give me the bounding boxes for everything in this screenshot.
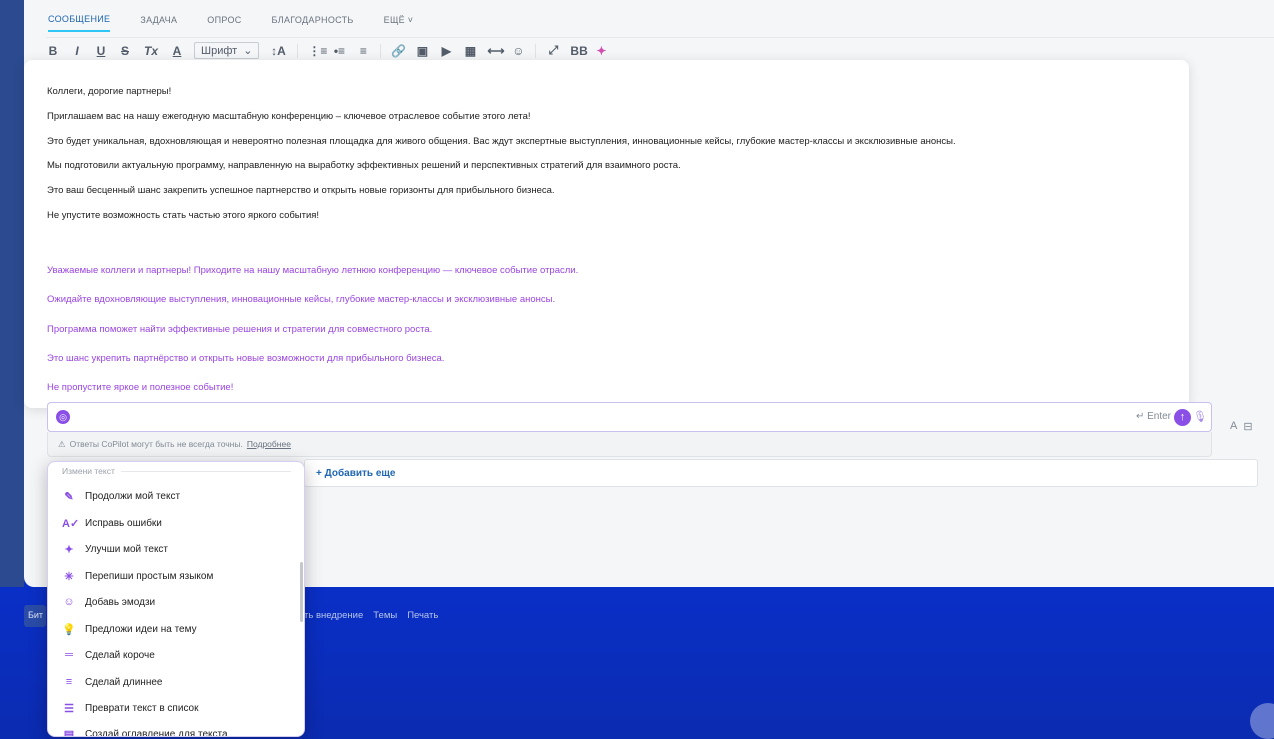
lengthen-icon: ≡ xyxy=(65,676,73,688)
copilot-input[interactable]: ◎ ↵ Enter ↑ 🎙 xyxy=(47,402,1212,432)
message-line: Приглашаем вас на нашу ежегодную масштаб… xyxy=(47,111,531,122)
menu-item-improve[interactable]: ✦ Улучши мой текст xyxy=(62,539,168,559)
left-background-strip xyxy=(0,0,24,587)
footer-logo[interactable]: Бит xyxy=(24,605,46,627)
suggested-line: Не пропустите яркое и полезное событие! xyxy=(47,382,234,393)
copilot-logo-icon: ◎ xyxy=(56,410,70,424)
suggested-line: Уважаемые коллеги и партнеры! Приходите … xyxy=(47,265,579,276)
numbered-list-icon[interactable]: ⋮≡ xyxy=(308,44,327,58)
message-line: Не упустите возможность стать частью это… xyxy=(47,210,320,221)
message-line: Мы подготовили актуальную программу, нап… xyxy=(47,160,681,171)
code-icon[interactable]: ⟷ xyxy=(487,44,504,58)
video-icon[interactable]: ▶ xyxy=(439,44,453,58)
bold-button[interactable]: B xyxy=(46,44,60,58)
fullscreen-icon[interactable]: ⤢ xyxy=(546,43,560,58)
menu-item-label: Добавь эмодзи xyxy=(85,596,156,608)
panel-icon[interactable]: ⊟ xyxy=(1243,420,1252,433)
align-icon[interactable]: ≡ xyxy=(356,44,370,58)
menu-item-label: Предложи идеи на тему xyxy=(85,623,197,635)
bullet-list-icon[interactable]: •≡ xyxy=(332,44,346,58)
menu-item-lengthen[interactable]: ≡ Сделай длиннее xyxy=(62,672,163,692)
add-more-button[interactable]: + Добавить еще xyxy=(304,459,1258,487)
floating-action-button[interactable] xyxy=(1250,703,1274,739)
menu-item-label: Создай оглавление для текста xyxy=(85,728,228,737)
menu-item-fix-errors[interactable]: A✓ Исправь ошибки xyxy=(62,513,162,533)
font-size-button[interactable]: ↕A xyxy=(269,44,287,58)
menu-item-toc[interactable]: ▤ Создай оглавление для текста xyxy=(62,724,228,737)
tab-message[interactable]: СООБЩЕНИЕ xyxy=(48,8,111,32)
menu-item-simplify[interactable]: ✳ Перепиши простым языком xyxy=(62,566,213,586)
footer-link-themes[interactable]: Темы xyxy=(373,610,397,621)
menu-item-label: Преврати текст в список xyxy=(85,702,199,714)
tab-more[interactable]: ЕЩЁ ˅ xyxy=(384,9,414,31)
text-format-icon[interactable]: A xyxy=(1230,420,1237,433)
menu-item-label: Исправь ошибки xyxy=(85,517,162,529)
post-type-tabs: СООБЩЕНИЕ ЗАДАЧА ОПРОС БЛАГОДАРНОСТЬ ЕЩЁ… xyxy=(48,6,413,34)
menu-item-label: Сделай короче xyxy=(85,649,155,661)
suggested-line: Это шанс укрепить партнёрство и открыть … xyxy=(47,353,445,364)
bbcode-icon[interactable]: BB xyxy=(570,44,587,58)
menu-item-emoji[interactable]: ☺ Добавь эмодзи xyxy=(62,592,155,612)
toc-icon: ▤ xyxy=(63,728,75,737)
menu-item-continue[interactable]: ✎ Продолжи мой текст xyxy=(62,486,180,506)
menu-item-to-list[interactable]: ☰ Преврати текст в список xyxy=(62,698,199,718)
strikethrough-button[interactable]: S xyxy=(118,44,132,58)
tab-poll[interactable]: ОПРОС xyxy=(207,9,241,31)
disclaimer-text: Ответы CoPilot могут быть не всегда точн… xyxy=(69,439,243,449)
suggested-line: Программа поможет найти эффективные реше… xyxy=(47,324,433,335)
link-icon[interactable]: 🔗 xyxy=(391,44,406,58)
text-color-button[interactable]: A xyxy=(170,44,184,58)
send-arrow-icon[interactable]: ↑ xyxy=(1174,409,1191,426)
copilot-toolbar-icon[interactable]: ✦ xyxy=(594,44,608,58)
list-icon: ☰ xyxy=(64,702,74,715)
emoji-icon[interactable]: ☺ xyxy=(511,44,525,58)
chevron-down-icon: ⌄ xyxy=(243,45,253,57)
font-select-label: Шрифт xyxy=(201,44,238,57)
more-info-link[interactable]: Подробнее xyxy=(247,439,291,449)
copilot-result-card: Коллеги, дорогие партнеры! Приглашаем ва… xyxy=(24,60,1189,408)
menu-item-shorten[interactable]: ═ Сделай короче xyxy=(62,645,155,665)
tab-appreciation[interactable]: БЛАГОДАРНОСТЬ xyxy=(272,9,354,31)
warning-icon: ⚠ xyxy=(58,438,66,449)
emoji-icon: ☺ xyxy=(63,596,75,608)
microphone-icon[interactable]: 🎙 xyxy=(1193,410,1207,423)
copilot-actions-menu: Измени текст ✎ Продолжи мой текст A✓ Исп… xyxy=(47,461,305,737)
menu-scrollbar[interactable] xyxy=(300,562,303,622)
toolbar-divider xyxy=(380,43,382,58)
sparkle-icon: ✳ xyxy=(64,570,74,583)
toolbar-divider xyxy=(297,43,299,58)
toolbar-divider xyxy=(535,43,537,58)
side-format-icons: A ⊟ xyxy=(1230,420,1253,433)
font-select[interactable]: Шрифт ⌄ xyxy=(194,42,260,59)
menu-item-label: Улучши мой текст xyxy=(85,543,169,555)
footer-links: ть внедрение Темы Печать xyxy=(304,610,438,621)
table-icon[interactable]: ▦ xyxy=(463,44,477,58)
italic-button[interactable]: I xyxy=(70,44,84,58)
menu-header-divider xyxy=(120,470,291,472)
menu-item-label: Продолжи мой текст xyxy=(85,490,181,502)
enter-hint: ↵ Enter xyxy=(1135,411,1171,422)
magic-wand-icon: ✦ xyxy=(64,543,74,556)
footer-link-implementation[interactable]: ть внедрение xyxy=(304,610,363,621)
pen-icon: ✎ xyxy=(64,490,74,503)
menu-item-label: Перепиши простым языком xyxy=(85,570,214,582)
suggested-line: Ожидайте вдохновляющие выступления, инно… xyxy=(47,294,556,305)
footer-link-print[interactable]: Печать xyxy=(407,610,438,621)
spellcheck-icon: A✓ xyxy=(62,517,80,530)
underline-button[interactable]: U xyxy=(94,44,108,58)
tab-task[interactable]: ЗАДАЧА xyxy=(140,9,177,31)
image-icon[interactable]: ▣ xyxy=(415,44,429,58)
menu-section-header: Измени текст xyxy=(62,466,291,476)
menu-header-label: Измени текст xyxy=(62,466,115,476)
menu-item-ideas[interactable]: 💡 Предложи идеи на тему xyxy=(62,619,197,639)
message-line: Коллеги, дорогие партнеры! xyxy=(47,86,172,97)
clear-format-button[interactable]: Tx xyxy=(142,44,160,58)
shorten-icon: ═ xyxy=(65,649,73,661)
lightbulb-icon: 💡 xyxy=(62,623,76,636)
copilot-disclaimer: ⚠ Ответы CoPilot могут быть не всегда то… xyxy=(47,432,1212,457)
message-line: Это ваш бесценный шанс закрепить успешно… xyxy=(47,185,555,196)
menu-item-label: Сделай длиннее xyxy=(85,676,163,688)
message-line: Это будет уникальная, вдохновляющая и не… xyxy=(47,136,956,147)
